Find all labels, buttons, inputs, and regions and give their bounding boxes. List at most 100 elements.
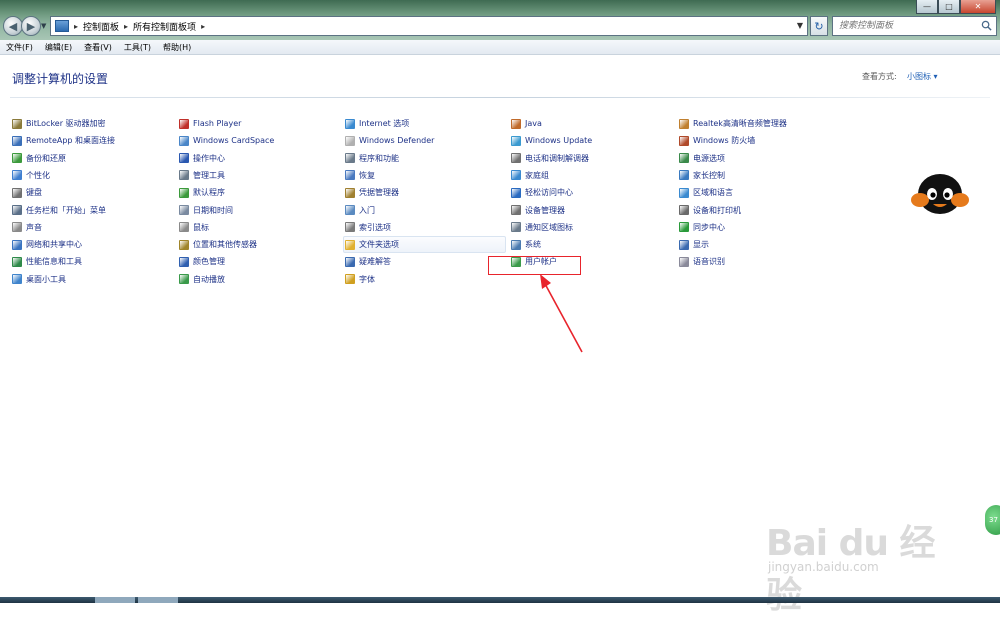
control-panel-item-bitlocker[interactable]: BitLocker 驱动器加密: [12, 117, 106, 130]
control-panel-item-cardspace[interactable]: Windows CardSpace: [179, 134, 274, 147]
control-panel-item-getting-started[interactable]: 入门: [345, 204, 375, 217]
parental-icon: [679, 170, 689, 181]
control-panel-item-keyboard[interactable]: 键盘: [12, 186, 42, 199]
flag-icon: [179, 153, 189, 164]
taskbar-button[interactable]: [138, 597, 178, 603]
menu-tools[interactable]: 工具(T): [124, 42, 151, 53]
breadcrumb-control-panel[interactable]: 控制面板: [83, 20, 119, 33]
programs-icon: [345, 153, 355, 164]
control-panel-item-mouse[interactable]: 鼠标: [179, 221, 209, 234]
control-panel-item-credential[interactable]: 凭据管理器: [345, 186, 399, 199]
control-panel-item-default-programs[interactable]: 默认程序: [179, 186, 225, 199]
chevron-right-icon[interactable]: ▸: [74, 22, 78, 31]
control-panel-item-defender[interactable]: Windows Defender: [345, 134, 434, 147]
control-panel-item-label: 操作中心: [193, 153, 225, 163]
control-panel-item-sensor[interactable]: 位置和其他传感器: [179, 238, 257, 251]
sound-icon: [12, 222, 22, 233]
control-panel-item-color[interactable]: 颜色管理: [179, 255, 225, 268]
side-badge[interactable]: 37: [985, 505, 1000, 535]
control-panel-item-folder[interactable]: 文件夹选项: [345, 238, 399, 251]
chevron-right-icon[interactable]: ▸: [124, 22, 128, 31]
control-panel-item-sync[interactable]: 同步中心: [679, 221, 725, 234]
homegroup-icon: [511, 170, 521, 181]
control-panel-item-network[interactable]: 网络和共享中心: [12, 238, 82, 251]
search-box[interactable]: [832, 16, 997, 36]
control-panel-item-label: 位置和其他传感器: [193, 240, 257, 250]
flash-icon: [179, 118, 189, 129]
baidu-watermark: Bai du 经验 jingyan.baidu.com: [766, 500, 956, 616]
forward-button[interactable]: ▶: [21, 16, 41, 36]
control-panel-item-label: 家庭组: [525, 170, 549, 180]
search-input[interactable]: [833, 17, 973, 35]
control-panel-item-flag[interactable]: 操作中心: [179, 152, 225, 165]
control-panel-item-ease-access[interactable]: 轻松访问中心: [511, 186, 573, 199]
control-panel-item-personalize[interactable]: 个性化: [12, 169, 50, 182]
control-panel-item-device-manager[interactable]: 设备管理器: [511, 204, 565, 217]
control-panel-item-backup[interactable]: 备份和还原: [12, 152, 66, 165]
control-panel-item-troubleshoot[interactable]: 疑难解答: [345, 255, 391, 268]
control-panel-item-update[interactable]: Windows Update: [511, 134, 592, 147]
control-panel-item-taskbar[interactable]: 任务栏和「开始」菜单: [12, 204, 106, 217]
control-panel-item-label: 声音: [26, 222, 42, 232]
control-panel-item-label: 个性化: [26, 170, 50, 180]
control-panel-item-label: 备份和还原: [26, 153, 66, 163]
control-panel-item-font[interactable]: 字体: [345, 273, 375, 286]
search-icon[interactable]: [981, 20, 992, 31]
close-button[interactable]: ✕: [960, 0, 996, 14]
chevron-right-icon[interactable]: ▸: [201, 22, 205, 31]
control-panel-item-autoplay[interactable]: 自动播放: [179, 273, 225, 286]
update-icon: [511, 135, 521, 146]
breadcrumb-all-items[interactable]: 所有控制面板项: [133, 20, 196, 33]
control-panel-item-performance[interactable]: 性能信息和工具: [12, 255, 82, 268]
view-by-dropdown[interactable]: 小图标 ▾: [907, 71, 938, 82]
menu-edit[interactable]: 编辑(E): [45, 42, 72, 53]
refresh-button[interactable]: ↻: [810, 16, 828, 36]
control-panel-item-region[interactable]: 区域和语言: [679, 186, 733, 199]
recent-pages-dropdown[interactable]: ▼: [41, 22, 49, 30]
taskbar-button[interactable]: [95, 597, 135, 603]
control-panel-item-printer[interactable]: 设备和打印机: [679, 204, 741, 217]
control-panel-item-homegroup[interactable]: 家庭组: [511, 169, 549, 182]
menu-view[interactable]: 查看(V): [84, 42, 112, 53]
phone-icon: [511, 153, 521, 164]
troubleshoot-icon: [345, 256, 355, 267]
control-panel-item-flash[interactable]: Flash Player: [179, 117, 241, 130]
control-panel-item-remoteapp[interactable]: RemoteApp 和桌面连接: [12, 134, 115, 147]
control-panel-item-clock[interactable]: 日期和时间: [179, 204, 233, 217]
control-panel-item-realtek[interactable]: Realtek高清晰音频管理器: [679, 117, 787, 130]
control-panel-item-java[interactable]: Java: [511, 117, 542, 130]
control-panel-item-system[interactable]: 系统: [511, 238, 541, 251]
keyboard-icon: [12, 187, 22, 198]
control-panel-item-parental[interactable]: 家长控制: [679, 169, 725, 182]
control-panel-item-microphone[interactable]: 语音识别: [679, 255, 725, 268]
back-button[interactable]: ◀: [3, 16, 23, 36]
control-panel-item-internet[interactable]: Internet 选项: [345, 117, 409, 130]
control-panel-item-admin-tools[interactable]: 管理工具: [179, 169, 225, 182]
control-panel-item-power[interactable]: 电源选项: [679, 152, 725, 165]
maximize-button[interactable]: □: [938, 0, 960, 14]
control-panel-item-programs[interactable]: 程序和功能: [345, 152, 399, 165]
control-panel-item-firewall[interactable]: Windows 防火墙: [679, 134, 755, 147]
control-panel-item-label: Windows Update: [525, 136, 593, 146]
menu-file[interactable]: 文件(F): [6, 42, 33, 53]
control-panel-item-recovery[interactable]: 恢复: [345, 169, 375, 182]
control-panel-item-sound[interactable]: 声音: [12, 221, 42, 234]
network-icon: [12, 239, 22, 250]
control-panel-item-display[interactable]: 显示: [679, 238, 709, 251]
control-panel-item-phone[interactable]: 电话和调制解调器: [511, 152, 589, 165]
control-panel-item-gadgets[interactable]: 桌面小工具: [12, 273, 66, 286]
chevron-down-icon[interactable]: ▼: [797, 21, 803, 30]
minimize-button[interactable]: —: [916, 0, 938, 14]
address-bar[interactable]: ▸ 控制面板 ▸ 所有控制面板项 ▸ ▼: [50, 16, 808, 36]
control-panel-item-label: 网络和共享中心: [26, 240, 82, 250]
sensor-icon: [179, 239, 189, 250]
control-panel-item-label: 颜色管理: [193, 257, 225, 267]
personalize-icon: [12, 170, 22, 181]
font-icon: [345, 274, 355, 285]
performance-icon: [12, 256, 22, 267]
control-panel-item-notification[interactable]: 通知区域图标: [511, 221, 573, 234]
color-icon: [179, 256, 189, 267]
control-panel-item-index[interactable]: 索引选项: [345, 221, 391, 234]
menu-help[interactable]: 帮助(H): [163, 42, 191, 53]
control-panel-item-label: Realtek高清晰音频管理器: [693, 119, 787, 128]
